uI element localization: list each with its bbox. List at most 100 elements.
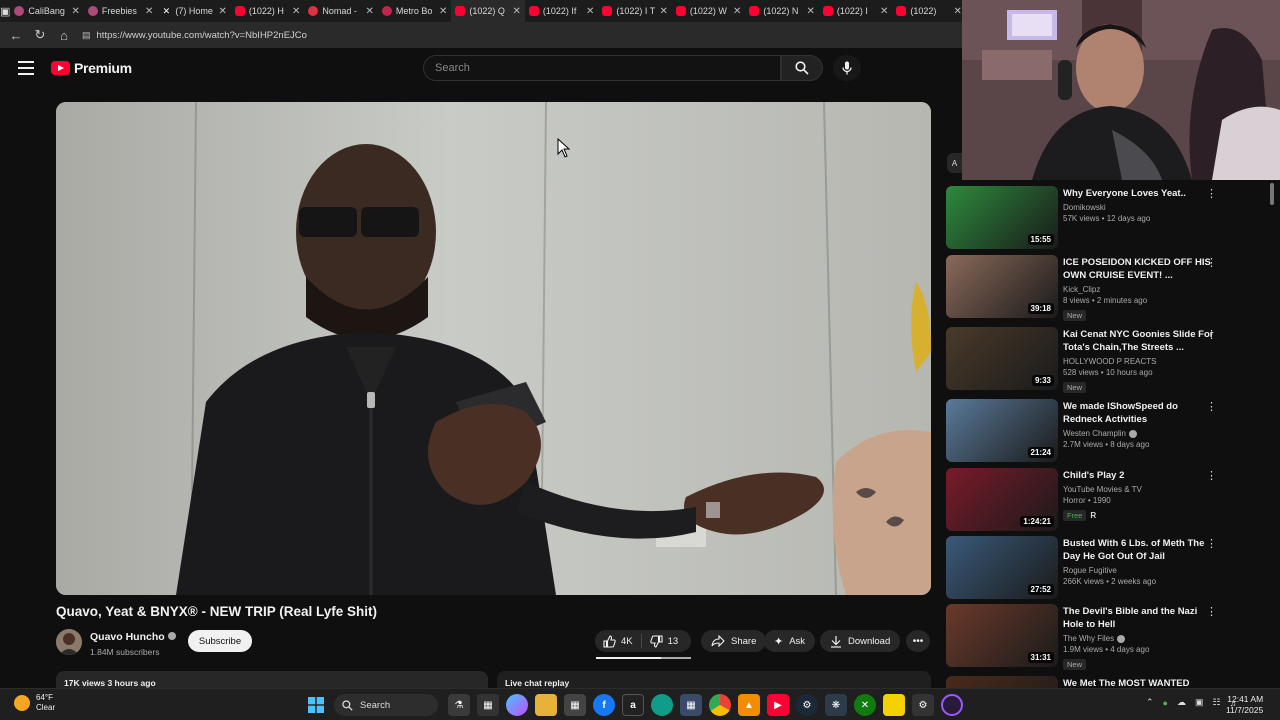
- lab-flask-icon[interactable]: ⚗: [448, 694, 470, 716]
- windows-start-icon[interactable]: [305, 694, 327, 716]
- taskbar-search[interactable]: Search: [334, 694, 438, 716]
- related-video-title[interactable]: The Devil's Bible and the Nazi Hole to H…: [1063, 605, 1215, 631]
- network-icon[interactable]: ☷: [1213, 697, 1221, 708]
- close-tab-icon[interactable]: ✕: [880, 6, 888, 17]
- more-vertical-icon[interactable]: ⋮: [1206, 257, 1217, 269]
- download-button[interactable]: Download: [820, 630, 901, 652]
- related-video-item[interactable]: 9:33 Kai Cenat NYC Goonies Slide For Tota…: [946, 327, 1266, 393]
- calculator-icon[interactable]: ▦: [680, 694, 702, 716]
- related-video-title[interactable]: Busted With 6 Lbs. of Meth The Day He Go…: [1063, 537, 1215, 563]
- like-button[interactable]: 4K: [595, 630, 641, 652]
- video-thumbnail[interactable]: 15:55: [946, 186, 1058, 249]
- display-icon[interactable]: ▣: [1195, 697, 1204, 708]
- browser-tab[interactable]: (1022) W ✕: [672, 0, 746, 22]
- browser-tab[interactable]: ✕ (7) Home ✕: [157, 0, 231, 22]
- browser-tab[interactable]: Metro Bo ✕: [378, 0, 452, 22]
- browser-tab[interactable]: (1022) H ✕: [231, 0, 305, 22]
- close-tab-icon[interactable]: ✕: [660, 6, 668, 17]
- close-tab-icon[interactable]: ✕: [807, 6, 815, 17]
- related-video-title[interactable]: ICE POSEIDON KICKED OFF HIS OWN CRUISE E…: [1063, 256, 1215, 282]
- close-tab-icon[interactable]: ✕: [292, 6, 300, 17]
- file-explorer-icon[interactable]: [535, 694, 557, 716]
- browser-tab[interactable]: (1022) If ✕: [525, 0, 599, 22]
- video-thumbnail[interactable]: 1:24:21: [946, 468, 1058, 531]
- menu-icon[interactable]: [18, 61, 34, 75]
- more-actions-button[interactable]: •••: [906, 630, 930, 652]
- chrome-icon[interactable]: [709, 694, 731, 716]
- address-bar[interactable]: ▤ https://www.youtube.com/watch?v=NbIHP2…: [82, 25, 942, 45]
- more-vertical-icon[interactable]: ⋮: [1206, 329, 1217, 341]
- weather-widget[interactable]: 64°F Clear: [14, 693, 55, 713]
- ask-button[interactable]: ✦ Ask: [764, 630, 816, 652]
- close-tab-icon[interactable]: ✕: [145, 6, 153, 17]
- related-video-item[interactable]: 27:52 Busted With 6 Lbs. of Meth The Day …: [946, 536, 1266, 600]
- related-video-item[interactable]: 21:24 We made IShowSpeed do Redneck Activ…: [946, 399, 1266, 463]
- browser-tab[interactable]: CaliBang ✕: [10, 0, 84, 22]
- task-view-icon[interactable]: ▦: [477, 694, 499, 716]
- subscribe-button[interactable]: Subscribe: [188, 630, 252, 652]
- steam-icon[interactable]: ⚙: [796, 694, 818, 716]
- xbox-icon[interactable]: ✕: [854, 694, 876, 716]
- browser-tab[interactable]: (1022) N ✕: [745, 0, 819, 22]
- video-thumbnail[interactable]: 31:31: [946, 604, 1058, 667]
- browser-tab[interactable]: (1022) Q ✕: [451, 0, 525, 22]
- close-tab-icon[interactable]: ✕: [586, 6, 594, 17]
- share-button[interactable]: Share: [701, 630, 767, 652]
- scrollbar-thumb[interactable]: [1270, 183, 1274, 205]
- channel-avatar[interactable]: [56, 629, 82, 655]
- settings-icon[interactable]: ❋: [825, 694, 847, 716]
- more-vertical-icon[interactable]: ⋮: [1206, 401, 1217, 413]
- edge-icon[interactable]: [651, 694, 673, 716]
- performance-icon[interactable]: ⚙: [912, 694, 934, 716]
- onedrive-icon[interactable]: ☁: [1177, 697, 1186, 708]
- back-icon[interactable]: ←: [4, 22, 28, 48]
- reload-icon[interactable]: ↻: [28, 22, 52, 48]
- related-video-item[interactable]: 31:31 The Devil's Bible and the Nazi Hole…: [946, 604, 1266, 670]
- close-tab-icon[interactable]: ✕: [733, 6, 741, 17]
- tray-overflow-icon[interactable]: ⌃: [1146, 697, 1154, 708]
- video-thumbnail[interactable]: 9:33: [946, 327, 1058, 390]
- youtube-app-icon[interactable]: ▶: [767, 694, 789, 716]
- sidebar-scrollbar[interactable]: [1268, 180, 1276, 685]
- related-video-title[interactable]: Kai Cenat NYC Goonies Slide For Tota's C…: [1063, 328, 1215, 354]
- video-thumbnail[interactable]: 27:52: [946, 536, 1058, 599]
- youtube-logo[interactable]: Premium: [51, 60, 132, 76]
- search-button[interactable]: [781, 55, 823, 81]
- facebook-icon[interactable]: f: [593, 694, 615, 716]
- video-thumbnail[interactable]: 39:18: [946, 255, 1058, 318]
- channel-name[interactable]: Quavo Huncho: [90, 631, 165, 643]
- obs-icon[interactable]: [941, 694, 963, 716]
- browser-tab[interactable]: (1022) I ✕: [819, 0, 893, 22]
- browser-tab[interactable]: Freebies ✕: [84, 0, 158, 22]
- microphone-tray-icon[interactable]: ●: [1163, 698, 1168, 708]
- related-video-title[interactable]: Why Everyone Loves Yeat..: [1063, 187, 1215, 200]
- dislike-button[interactable]: 13: [642, 630, 687, 652]
- close-tab-icon[interactable]: ✕: [366, 6, 374, 17]
- site-info-icon[interactable]: ▤: [82, 30, 91, 41]
- window-menu-icon[interactable]: ▣: [0, 0, 10, 22]
- search-input[interactable]: Search: [423, 55, 781, 81]
- home-icon[interactable]: ⌂: [52, 22, 76, 48]
- more-vertical-icon[interactable]: ⋮: [1206, 470, 1217, 482]
- filter-chip[interactable]: A: [947, 153, 962, 173]
- more-vertical-icon[interactable]: ⋮: [1206, 606, 1217, 618]
- copilot-icon[interactable]: [506, 694, 528, 716]
- close-tab-icon[interactable]: ✕: [72, 6, 80, 17]
- notes-icon[interactable]: [883, 694, 905, 716]
- amazon-icon[interactable]: a: [622, 694, 644, 716]
- related-video-title[interactable]: We made IShowSpeed do Redneck Activities: [1063, 400, 1215, 426]
- close-tab-icon[interactable]: ✕: [954, 6, 962, 17]
- vlc-icon[interactable]: ▲: [738, 694, 760, 716]
- store-icon[interactable]: ▦: [564, 694, 586, 716]
- related-video-title[interactable]: Child's Play 2: [1063, 469, 1215, 482]
- browser-tab[interactable]: (1022) ✕: [892, 0, 966, 22]
- video-thumbnail[interactable]: 21:24: [946, 399, 1058, 462]
- related-video-item[interactable]: 15:55 Why Everyone Loves Yeat.. Domikowski…: [946, 186, 1266, 250]
- system-clock[interactable]: 12:41 AM 11/7/2025: [1226, 694, 1263, 716]
- more-vertical-icon[interactable]: ⋮: [1206, 538, 1217, 550]
- video-player[interactable]: [56, 102, 931, 595]
- more-vertical-icon[interactable]: ⋮: [1206, 188, 1217, 200]
- browser-tab[interactable]: (1022) I T ✕: [598, 0, 672, 22]
- close-tab-icon[interactable]: ✕: [439, 6, 447, 17]
- close-tab-icon[interactable]: ✕: [513, 6, 521, 17]
